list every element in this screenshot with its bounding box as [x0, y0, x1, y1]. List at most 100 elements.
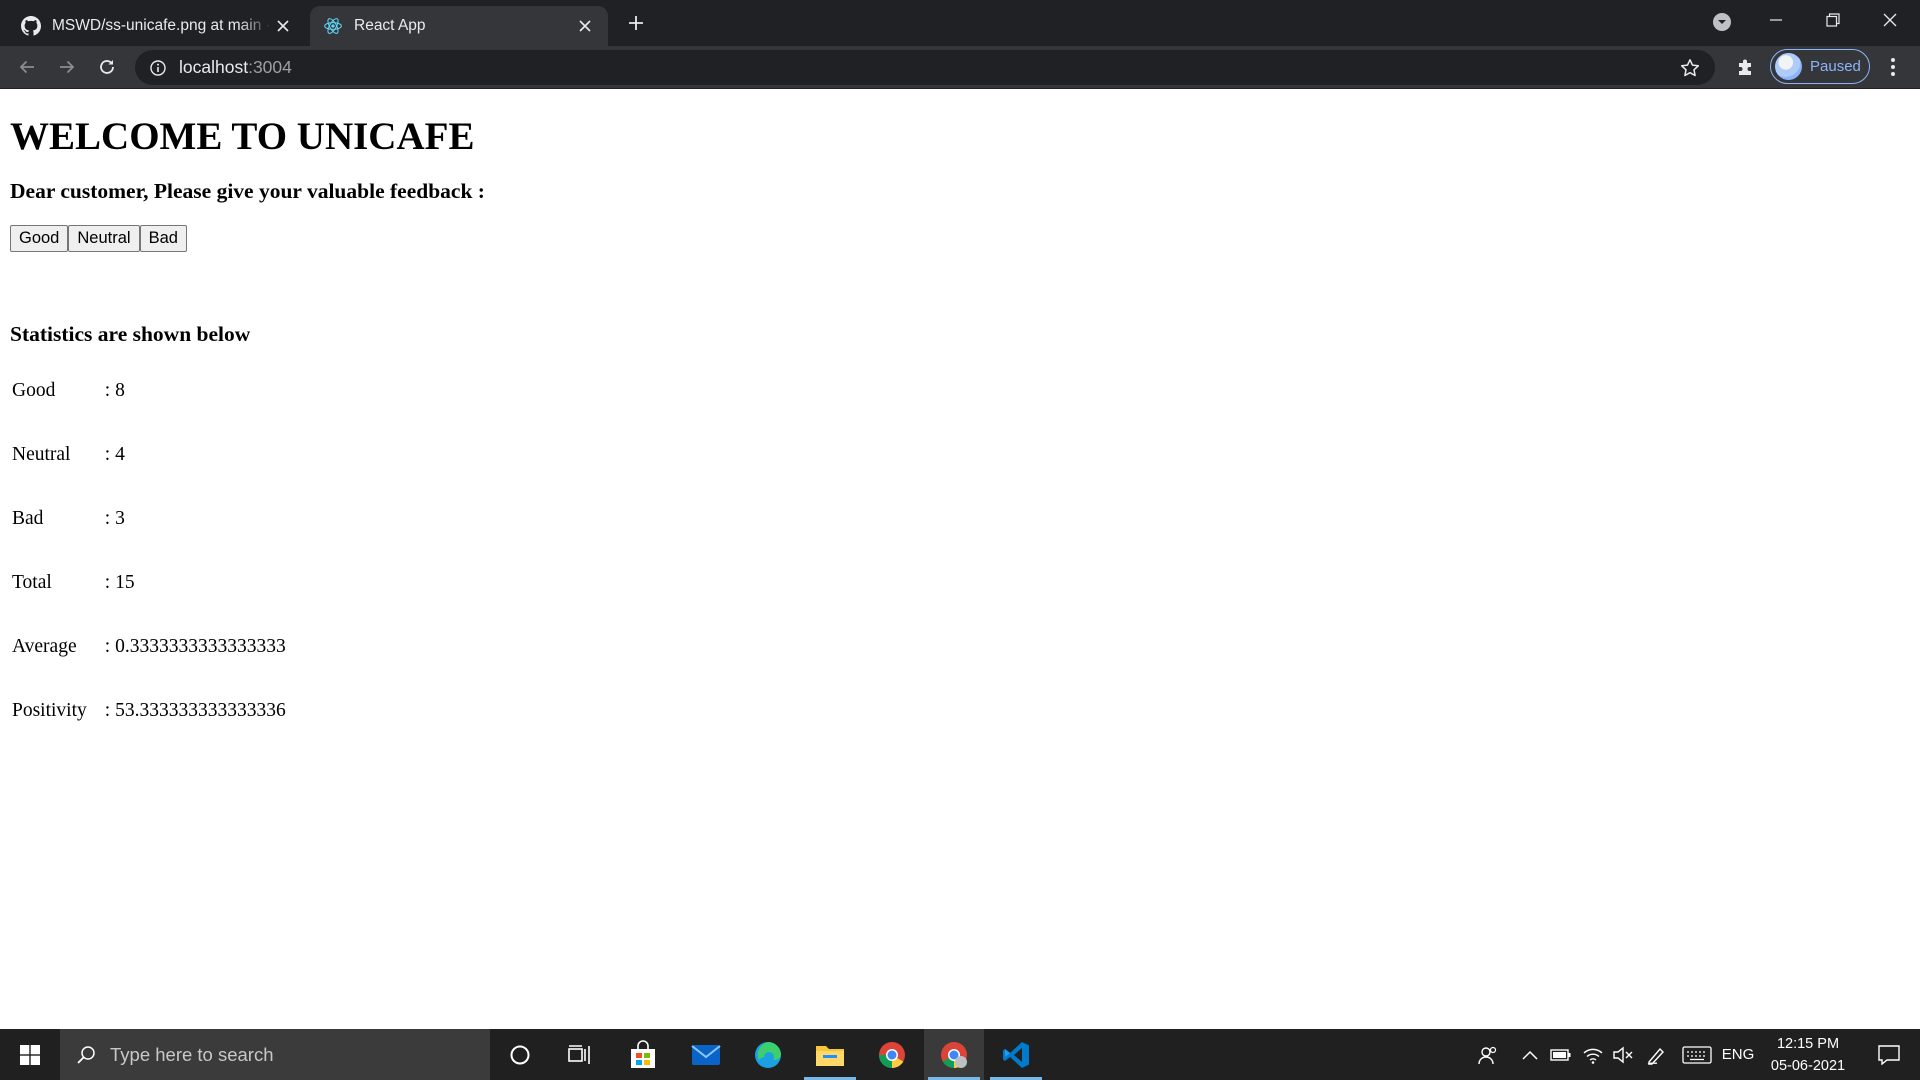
microsoft-store-icon — [631, 1039, 655, 1068]
stat-value: : 15 — [104, 572, 135, 594]
task-view-button[interactable] — [550, 1029, 610, 1080]
page-content: WELCOME TO UNICAFE Dear customer, Please… — [0, 90, 1920, 1029]
taskbar-search-box[interactable]: Type here to search — [60, 1029, 490, 1080]
url-host: localhost — [179, 57, 249, 77]
chrome-app[interactable] — [862, 1029, 922, 1080]
star-icon[interactable] — [1679, 57, 1701, 79]
tab-title: MSWD/ss-unicafe.png at main · MSWD — [52, 17, 272, 34]
edge-icon — [755, 1041, 781, 1068]
stat-label: Positivity — [12, 700, 87, 722]
table-row: Total : 15 — [11, 571, 287, 595]
chevron-up-icon — [1522, 1050, 1538, 1060]
page-title: WELCOME TO UNICAFE — [10, 115, 475, 158]
info-icon[interactable] — [149, 59, 167, 77]
bad-button[interactable]: Bad — [139, 224, 187, 252]
address-bar[interactable]: localhost:3004 — [135, 50, 1715, 85]
stat-label: Average — [12, 636, 77, 658]
search-icon — [77, 1045, 95, 1064]
profile-button[interactable]: Paused — [1770, 49, 1870, 84]
arrow-right-icon — [60, 60, 75, 74]
feedback-prompt: Dear customer, Please give your valuable… — [10, 178, 485, 203]
back-button[interactable] — [11, 51, 43, 83]
feedback-buttons: Good Neutral Bad — [10, 224, 1910, 252]
table-row: Good : 8 — [11, 379, 287, 403]
start-button[interactable] — [0, 1029, 60, 1080]
stat-label: Neutral — [12, 444, 71, 466]
battery-icon[interactable] — [1548, 1029, 1574, 1080]
stat-value: : 4 — [104, 444, 125, 466]
good-button[interactable]: Good — [10, 224, 69, 252]
window-close-button[interactable] — [1862, 0, 1918, 40]
close-icon[interactable] — [574, 15, 596, 37]
stat-value: : 0.3333333333333333 — [104, 636, 286, 658]
pen-icon[interactable] — [1643, 1029, 1671, 1080]
table-row: Neutral : 4 — [11, 443, 287, 467]
clock-time: 12:15 PM — [1776, 1035, 1840, 1052]
notification-icon — [1878, 1044, 1900, 1065]
vscode-icon — [1003, 1041, 1029, 1068]
file-explorer-app[interactable] — [800, 1029, 860, 1080]
clock[interactable]: 12:15 PM 05-06-2021 — [1760, 1029, 1856, 1080]
puzzle-icon — [1739, 59, 1751, 75]
show-hidden-icons-button[interactable] — [1518, 1029, 1542, 1080]
neutral-button[interactable]: Neutral — [68, 224, 140, 252]
language-indicator[interactable]: ENG — [1720, 1029, 1756, 1080]
table-row: Bad : 3 — [11, 507, 287, 531]
reload-icon — [100, 60, 114, 74]
cortana-button[interactable] — [490, 1029, 550, 1080]
profile-status: Paused — [1810, 58, 1861, 75]
plus-icon — [629, 16, 643, 30]
search-placeholder: Type here to search — [110, 1043, 274, 1065]
store-app[interactable] — [613, 1029, 673, 1080]
new-tab-button[interactable] — [622, 9, 650, 37]
tab-github[interactable]: MSWD/ss-unicafe.png at main · MSWD — [8, 6, 306, 46]
close-icon — [1883, 13, 1897, 27]
edge-app[interactable] — [738, 1029, 798, 1080]
stat-value: : 3 — [104, 508, 125, 530]
restore-button[interactable] — [1805, 0, 1861, 40]
statistics-heading: Statistics are shown below — [10, 321, 251, 346]
browser-menu-button[interactable] — [1877, 51, 1909, 83]
wifi-icon[interactable] — [1580, 1029, 1606, 1080]
windows-taskbar: Type here to search ENG 12:15 PM 05-06-2… — [0, 1029, 1920, 1080]
folder-icon — [816, 1045, 844, 1066]
tab-search-button[interactable] — [1708, 8, 1736, 36]
github-icon — [20, 15, 42, 37]
stat-label: Good — [12, 380, 56, 402]
tab-title: React App — [354, 17, 426, 34]
stat-label: Bad — [12, 508, 44, 530]
volume-muted-icon[interactable] — [1610, 1029, 1636, 1080]
action-center-button[interactable] — [1866, 1029, 1912, 1080]
mail-app[interactable] — [676, 1029, 736, 1080]
minimize-icon — [1770, 19, 1782, 21]
reload-button[interactable] — [91, 51, 123, 83]
table-row: Average : 0.3333333333333333 — [11, 635, 287, 659]
chevron-down-circle-icon — [1713, 13, 1731, 31]
minimize-button[interactable] — [1748, 0, 1804, 40]
task-view-icon — [568, 1044, 590, 1064]
chrome-icon — [941, 1041, 967, 1068]
people-button[interactable] — [1473, 1029, 1503, 1080]
cortana-icon — [510, 1045, 530, 1064]
url-port: :3004 — [248, 57, 292, 77]
kebab-menu-icon — [1891, 58, 1895, 76]
keyboard-icon[interactable] — [1680, 1029, 1714, 1080]
vscode-app[interactable] — [986, 1029, 1046, 1080]
browser-tab-strip: MSWD/ss-unicafe.png at main · MSWD React… — [0, 0, 1920, 46]
stat-label: Total — [12, 572, 52, 594]
arrow-left-icon — [19, 60, 34, 74]
extensions-button[interactable] — [1730, 51, 1762, 83]
stat-value: : 8 — [104, 380, 125, 402]
windows-logo-icon — [20, 1044, 40, 1065]
clock-date: 05-06-2021 — [1770, 1057, 1846, 1074]
stat-value: : 53.333333333333336 — [104, 700, 286, 722]
tab-react-app[interactable]: React App — [310, 6, 608, 46]
forward-button[interactable] — [51, 51, 83, 83]
browser-toolbar: localhost:3004 Paused — [0, 46, 1920, 89]
close-icon[interactable] — [272, 15, 294, 37]
chrome-active-app[interactable] — [924, 1029, 984, 1080]
mail-icon — [691, 1044, 721, 1065]
react-icon — [322, 15, 344, 37]
avatar — [1775, 53, 1802, 80]
table-row: Positivity : 53.333333333333336 — [11, 699, 287, 723]
